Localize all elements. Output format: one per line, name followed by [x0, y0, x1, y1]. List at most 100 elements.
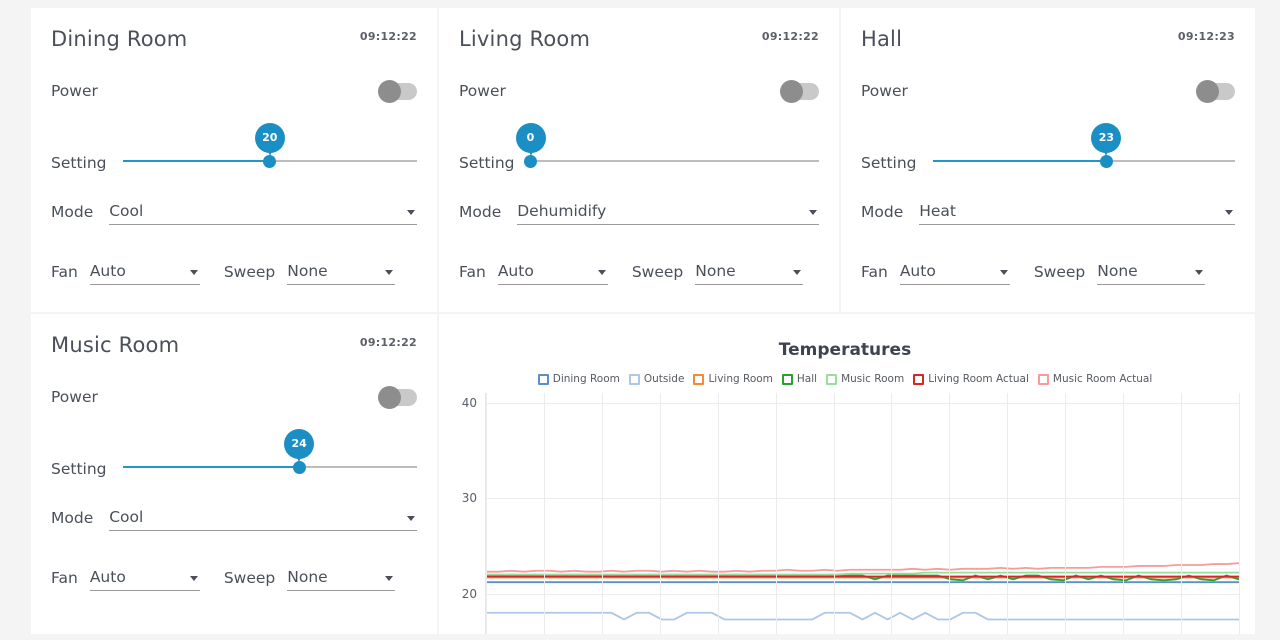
fan-select[interactable]: Auto	[89, 565, 200, 591]
setting-label: Setting	[51, 460, 107, 478]
plot-box	[485, 393, 1240, 634]
power-row: Power	[459, 62, 819, 120]
power-label: Power	[51, 82, 98, 100]
mode-label: Mode	[861, 203, 904, 221]
mode-row: Mode Cool	[51, 182, 417, 242]
legend-item[interactable]: Hall	[781, 373, 818, 385]
sweep-select[interactable]: None	[695, 259, 804, 285]
slider-thumb[interactable]	[263, 155, 277, 168]
setting-row: Setting 24	[51, 426, 417, 488]
chevron-down-icon	[407, 210, 415, 215]
gridline-vertical	[1065, 393, 1067, 634]
legend-item[interactable]: Music Room	[826, 373, 904, 385]
fan-select[interactable]: Auto	[899, 259, 1010, 285]
fan-label: Fan	[51, 263, 78, 281]
gridline-vertical	[486, 393, 487, 634]
card-header: Music Room 09:12:22	[51, 332, 417, 368]
legend-label: Outside	[643, 373, 685, 385]
gridline-vertical	[1007, 393, 1009, 634]
toggle-knob	[378, 79, 401, 103]
power-toggle[interactable]	[378, 79, 417, 103]
legend-item[interactable]: Music Room Actual	[1037, 373, 1152, 385]
toggle-knob	[378, 385, 401, 409]
chevron-down-icon	[1225, 210, 1233, 215]
mode-label: Mode	[459, 203, 502, 221]
legend-label: Hall	[796, 373, 818, 385]
legend-swatch-icon	[781, 373, 793, 385]
power-toggle[interactable]	[1196, 79, 1235, 103]
fan-value: Auto	[89, 262, 126, 280]
sweep-label: Sweep	[1033, 263, 1086, 281]
mode-label: Mode	[51, 203, 94, 221]
slider-thumb[interactable]	[1099, 155, 1113, 168]
fan-sweep-row: Fan Auto Sweep None	[459, 242, 819, 302]
power-toggle[interactable]	[378, 385, 417, 409]
card-timestamp: 09:12:22	[359, 30, 417, 43]
setting-slider[interactable]: 0	[515, 123, 819, 170]
slider-thumb[interactable]	[524, 155, 537, 168]
sweep-label: Sweep	[631, 263, 684, 281]
legend-swatch-icon	[628, 373, 640, 385]
setting-label: Setting	[51, 154, 107, 172]
mode-row: Mode Cool	[51, 488, 417, 548]
fan-select[interactable]: Auto	[497, 259, 608, 285]
gridline-horizontal	[486, 593, 1239, 595]
fan-label: Fan	[861, 263, 888, 281]
slider-value-balloon: 24	[284, 429, 315, 459]
y-axis-tick-label: 30	[461, 491, 477, 506]
sweep-select[interactable]: None	[1097, 259, 1206, 285]
temperatures-chart-card: Temperatures Dining Room Outside Living Ro…	[439, 314, 1255, 634]
mode-value: Heat	[919, 202, 957, 220]
chevron-down-icon	[189, 270, 198, 275]
legend-label: Living Room Actual	[928, 373, 1029, 385]
mode-select[interactable]: Heat	[919, 199, 1235, 225]
legend-swatch-icon	[826, 373, 838, 385]
fan-value: Auto	[899, 262, 936, 280]
slider-fill	[932, 160, 1107, 162]
chevron-down-icon	[793, 270, 802, 275]
chevron-down-icon	[809, 210, 817, 215]
sweep-select[interactable]: None	[287, 259, 396, 285]
fan-sweep-row: Fan Auto Sweep None	[861, 242, 1235, 302]
mode-select[interactable]: Dehumidify	[517, 199, 819, 225]
sweep-value: None	[1097, 262, 1138, 280]
gridline-vertical	[891, 393, 893, 634]
chart-lines	[486, 562, 1239, 621]
sweep-label: Sweep	[223, 263, 276, 281]
gridline-horizontal	[486, 498, 1239, 500]
gridline-vertical	[833, 393, 835, 634]
card-grid: Dining Room 09:12:22 Power Setting 20 Mo…	[31, 8, 1255, 640]
power-toggle[interactable]	[780, 79, 819, 103]
chart-series-line	[486, 562, 1239, 573]
setting-row: Setting 20	[51, 120, 417, 182]
legend-label: Music Room	[841, 373, 905, 385]
legend-item[interactable]: Living Room	[693, 373, 773, 385]
legend-label: Dining Room	[552, 373, 620, 385]
mode-select[interactable]: Cool	[109, 199, 417, 225]
card-header: Hall 09:12:23	[861, 26, 1235, 62]
mode-value: Cool	[109, 202, 144, 220]
slider-track	[530, 160, 819, 162]
thermostat-dashboard: Dining Room 09:12:22 Power Setting 20 Mo…	[0, 0, 1280, 640]
gridline-vertical	[1123, 393, 1125, 634]
card-timestamp: 09:12:23	[1177, 30, 1235, 43]
legend-item[interactable]: Living Room Actual	[913, 373, 1029, 385]
setting-slider[interactable]: 23	[932, 123, 1235, 170]
setting-slider[interactable]: 20	[122, 123, 417, 170]
sweep-select[interactable]: None	[287, 565, 396, 591]
power-row: Power	[861, 62, 1235, 120]
slider-value-balloon: 23	[1091, 123, 1122, 153]
chevron-down-icon	[385, 270, 394, 275]
power-label: Power	[459, 82, 506, 100]
chart-legend: Dining Room Outside Living Room Hall Music R…	[449, 373, 1241, 385]
card-header: Living Room 09:12:22	[459, 26, 819, 62]
legend-item[interactable]: Outside	[628, 373, 685, 385]
setting-slider[interactable]: 24	[122, 429, 417, 476]
chevron-down-icon	[1195, 270, 1204, 275]
chevron-down-icon	[407, 516, 415, 521]
fan-select[interactable]: Auto	[89, 259, 200, 285]
setting-row: Setting 23	[861, 120, 1235, 182]
mode-select[interactable]: Cool	[109, 505, 417, 531]
legend-item[interactable]: Dining Room	[537, 373, 620, 385]
slider-thumb[interactable]	[292, 461, 306, 474]
